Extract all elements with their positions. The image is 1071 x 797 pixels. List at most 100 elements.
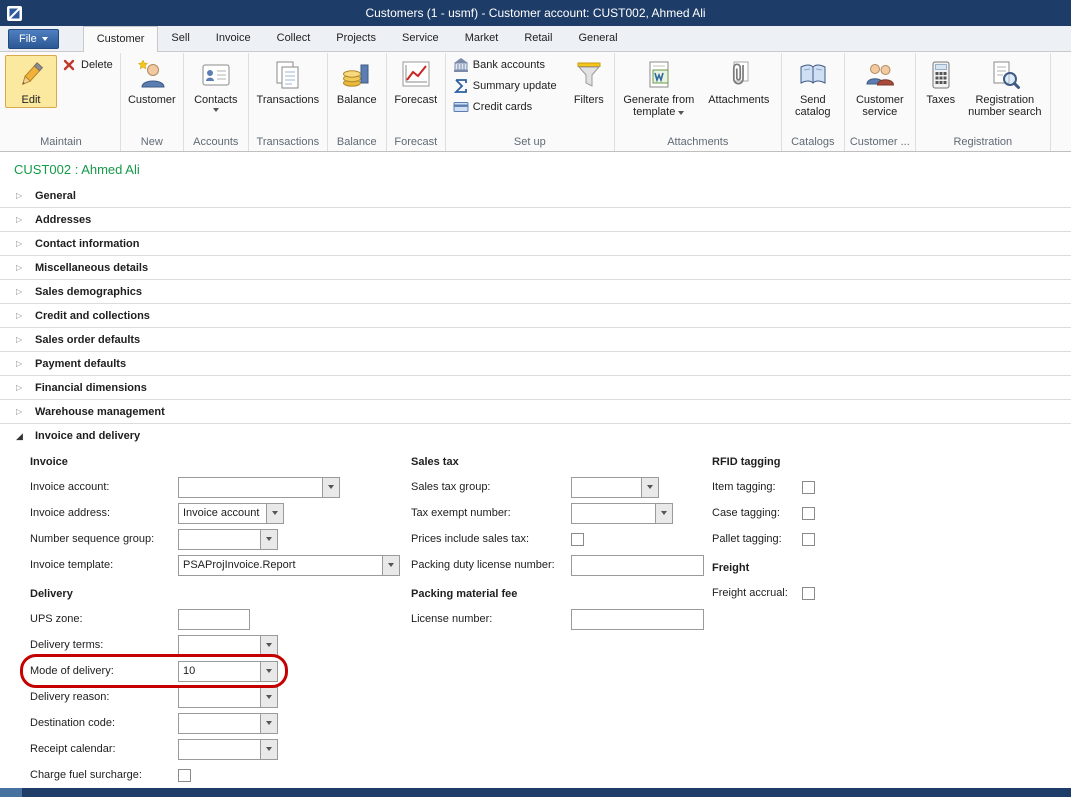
license-number-input[interactable] (571, 609, 704, 630)
fasttab-credit-and-collections[interactable]: ▷Credit and collections (0, 304, 1071, 328)
charge-fuel-surcharge-checkbox[interactable] (178, 769, 191, 782)
invoice-template-combo[interactable]: PSAProjInvoice.Report (178, 555, 400, 576)
item-tagging-checkbox[interactable] (802, 481, 815, 494)
pallet-tagging-checkbox[interactable] (802, 533, 815, 546)
packing-duty-license-number-field: Packing duty license number: (411, 552, 712, 578)
dropdown-button[interactable] (260, 740, 277, 759)
sales-tax-subheading: Sales tax (411, 456, 712, 474)
field-label: UPS zone: (30, 613, 178, 625)
fasttab-financial-dimensions[interactable]: ▷Financial dimensions (0, 376, 1071, 400)
attachments-button[interactable]: Attachments (700, 55, 778, 108)
dropdown-button[interactable] (641, 478, 658, 497)
dropdown-button[interactable] (260, 530, 277, 549)
field-label: Charge fuel surcharge: (30, 769, 178, 781)
field-label: Delivery reason: (30, 691, 178, 703)
fasttab-contact-information[interactable]: ▷Contact information (0, 232, 1071, 256)
tab-collect[interactable]: Collect (264, 26, 324, 51)
fasttab-sales-order-defaults[interactable]: ▷Sales order defaults (0, 328, 1071, 352)
field-label: Invoice template: (30, 559, 178, 571)
summary-update-button[interactable]: Summary update (449, 76, 567, 95)
sales-tax-column: Sales tax Sales tax group: Tax exempt nu… (411, 456, 712, 788)
mode-of-delivery-combo[interactable]: 10 (178, 661, 278, 682)
tab-customer[interactable]: Customer (83, 26, 159, 52)
tab-market[interactable]: Market (452, 26, 512, 51)
packing-duty-license-number-input[interactable] (571, 555, 704, 576)
number-sequence-group-combo[interactable] (178, 529, 278, 550)
ribbon-group-registration: Taxes Registration number search Registr… (916, 53, 1051, 151)
delete-button[interactable]: Delete (57, 55, 117, 74)
invoice-address-combo[interactable]: Invoice account (178, 503, 284, 524)
dropdown-button[interactable] (322, 478, 339, 497)
fasttab-label: Warehouse management (35, 406, 165, 418)
fasttab-payment-defaults[interactable]: ▷Payment defaults (0, 352, 1071, 376)
delivery-reason-combo[interactable] (178, 687, 278, 708)
fasttab-label: Financial dimensions (35, 382, 147, 394)
freight-accrual-checkbox[interactable] (802, 587, 815, 600)
field-label: Invoice address: (30, 507, 178, 519)
generate-template-icon (643, 59, 675, 91)
dropdown-button[interactable] (382, 556, 399, 575)
customer-service-button[interactable]: Customer service (848, 55, 912, 120)
invoice-account-combo[interactable] (178, 477, 340, 498)
customer-button[interactable]: Customer (124, 55, 180, 108)
ribbon-group-transactions: Transactions Transactions (249, 53, 328, 151)
taxes-button[interactable]: Taxes (919, 55, 963, 108)
file-menu-button[interactable]: File (8, 29, 59, 49)
edit-button-label: Edit (22, 94, 41, 106)
invoice-template-field: Invoice template: PSAProjInvoice.Report (30, 552, 411, 578)
forecast-chart-icon (400, 59, 432, 91)
registration-number-search-button[interactable]: Registration number search (963, 55, 1047, 120)
sales-tax-group-field: Sales tax group: (411, 474, 712, 500)
filters-button[interactable]: Filters (567, 55, 611, 108)
ups-zone-input[interactable] (178, 609, 250, 630)
send-catalog-button[interactable]: Send catalog (785, 55, 841, 120)
dropdown-button[interactable] (260, 714, 277, 733)
contacts-button[interactable]: Contacts (187, 55, 245, 114)
chevron-down-icon (42, 37, 48, 41)
tab-invoice[interactable]: Invoice (203, 26, 264, 51)
transactions-button[interactable]: Transactions (252, 55, 324, 108)
group-label-attachments: Attachments (618, 135, 778, 151)
customer-button-label: Customer (128, 94, 176, 106)
registration-number-search-label: Registration number search (965, 94, 1045, 118)
tax-exempt-number-combo[interactable] (571, 503, 673, 524)
field-label: Destination code: (30, 717, 178, 729)
fasttab-warehouse-management[interactable]: ▷Warehouse management (0, 400, 1071, 424)
contacts-card-icon (200, 59, 232, 91)
destination-code-combo[interactable] (178, 713, 278, 734)
tab-retail[interactable]: Retail (511, 26, 565, 51)
chevron-down-icon (266, 669, 272, 673)
tab-service[interactable]: Service (389, 26, 452, 51)
fasttab-addresses[interactable]: ▷Addresses (0, 208, 1071, 232)
sales-tax-group-combo[interactable] (571, 477, 659, 498)
prices-include-sales-tax-checkbox[interactable] (571, 533, 584, 546)
dropdown-button[interactable] (260, 636, 277, 655)
dropdown-button[interactable] (260, 688, 277, 707)
invoice-address-field: Invoice address: Invoice account (30, 500, 411, 526)
tab-projects[interactable]: Projects (323, 26, 389, 51)
receipt-calendar-combo[interactable] (178, 739, 278, 760)
fasttab-sales-demographics[interactable]: ▷Sales demographics (0, 280, 1071, 304)
dropdown-button[interactable] (260, 662, 277, 681)
tab-sell[interactable]: Sell (158, 26, 202, 51)
fasttab-invoice-and-delivery[interactable]: ◢Invoice and delivery (0, 424, 1071, 448)
group-label-transactions: Transactions (252, 135, 324, 151)
fasttab-miscellaneous-details[interactable]: ▷Miscellaneous details (0, 256, 1071, 280)
dropdown-button[interactable] (655, 504, 672, 523)
delivery-terms-field: Delivery terms: (30, 632, 411, 658)
invoice-account-field: Invoice account: (30, 474, 411, 500)
charge-fuel-surcharge-field: Charge fuel surcharge: (30, 762, 411, 788)
balance-button[interactable]: Balance (331, 55, 383, 108)
tab-general[interactable]: General (565, 26, 630, 51)
field-label: Receipt calendar: (30, 743, 178, 755)
taxes-button-label: Taxes (926, 94, 955, 106)
dropdown-button[interactable] (266, 504, 283, 523)
credit-cards-button[interactable]: Credit cards (449, 97, 567, 116)
generate-from-template-button[interactable]: Generate from template (618, 55, 700, 120)
delivery-terms-combo[interactable] (178, 635, 278, 656)
fasttab-general[interactable]: ▷General (0, 184, 1071, 208)
case-tagging-checkbox[interactable] (802, 507, 815, 520)
forecast-button[interactable]: Forecast (390, 55, 442, 108)
edit-button[interactable]: Edit (5, 55, 57, 108)
bank-accounts-button[interactable]: Bank accounts (449, 55, 567, 74)
